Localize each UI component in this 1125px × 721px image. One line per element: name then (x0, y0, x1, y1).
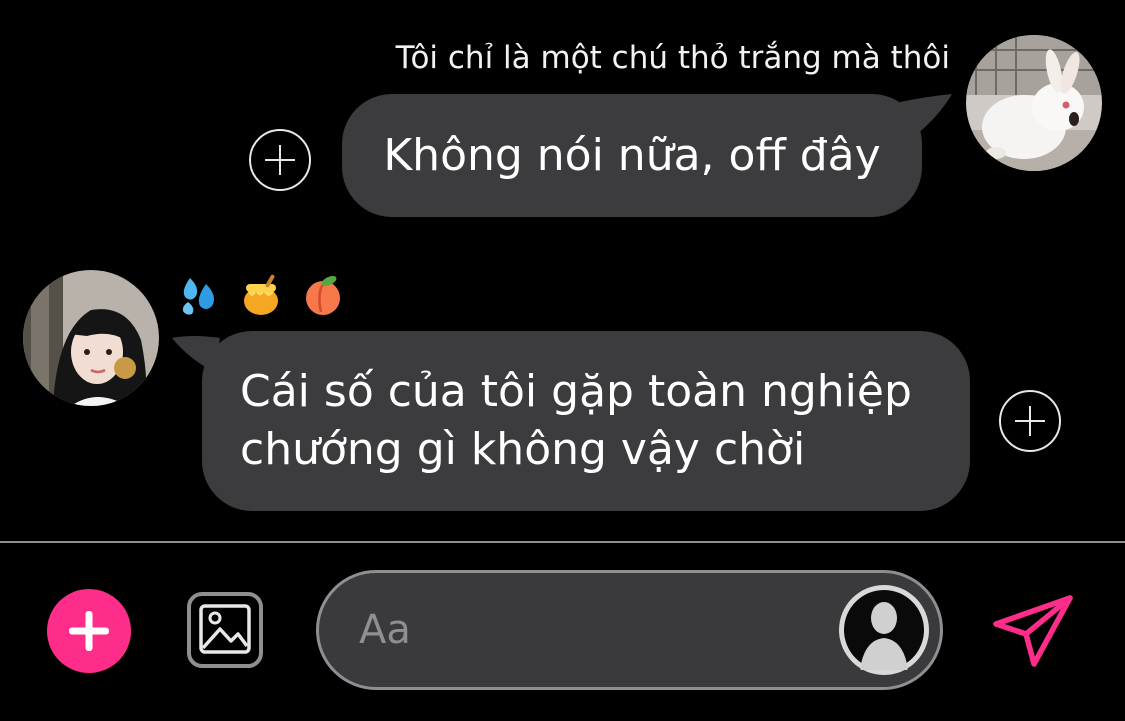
message-line: Cái số của tôi gặp toàn nghiệp (240, 366, 912, 417)
image-gallery-icon (187, 592, 263, 668)
peach-emoji (302, 274, 344, 316)
sweat-droplets-emoji (178, 274, 220, 316)
profile-button[interactable] (838, 584, 930, 676)
incoming-message-bubble[interactable]: Cái số của tôi gặp toàn nghiệp chướng gì… (202, 331, 970, 511)
gallery-button[interactable] (186, 591, 264, 669)
outgoing-message-bubble[interactable]: Không nói nữa, off đây (342, 94, 922, 217)
honey-pot-emoji (240, 274, 282, 316)
add-reaction-button[interactable] (249, 129, 311, 191)
message-line: chướng gì không vậy chời (240, 424, 806, 475)
sender-name: Tôi chỉ là một chú thỏ trắng mà thôi (395, 40, 950, 76)
add-reaction-button[interactable] (999, 390, 1061, 452)
girl-avatar[interactable] (23, 270, 159, 406)
message-field[interactable] (316, 570, 943, 690)
composer-divider (0, 541, 1125, 543)
paper-plane-icon (993, 595, 1073, 667)
send-button[interactable] (990, 592, 1076, 672)
profile-silhouette-icon (839, 585, 929, 675)
rabbit-avatar[interactable] (966, 35, 1102, 171)
reaction-emoji-row[interactable] (178, 270, 344, 320)
more-actions-button[interactable] (47, 589, 131, 673)
message-input[interactable] (359, 595, 799, 665)
